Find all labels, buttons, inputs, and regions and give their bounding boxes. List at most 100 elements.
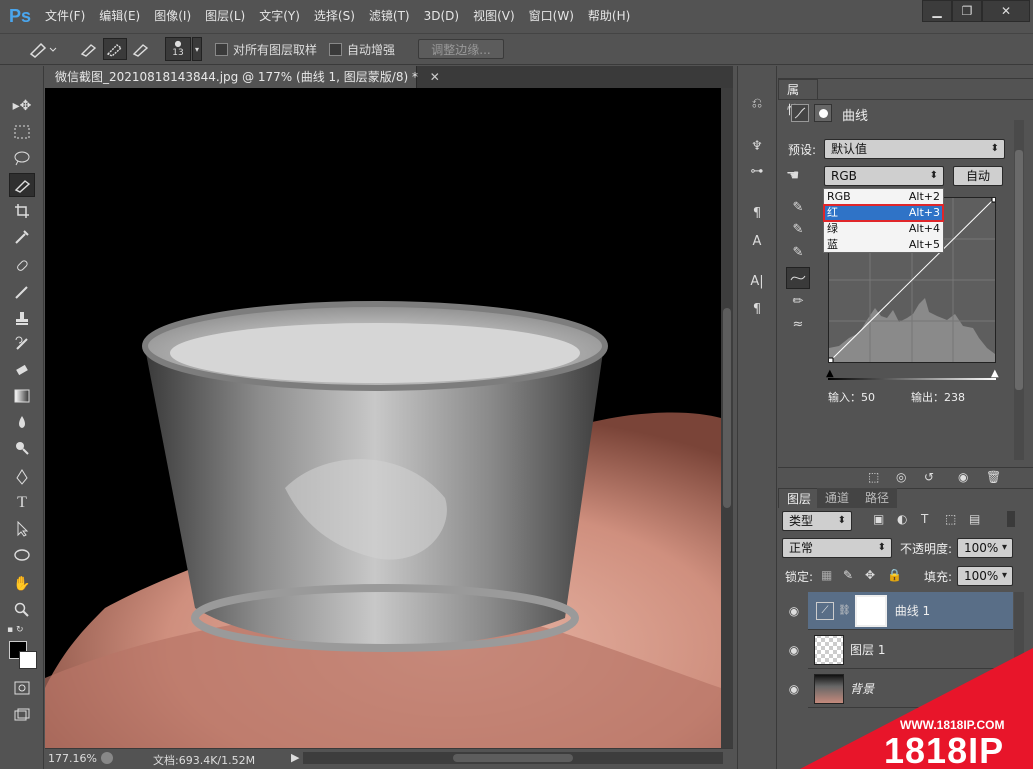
add-to-selection-icon[interactable] xyxy=(103,38,127,60)
layer-name[interactable]: 曲线 1 xyxy=(895,602,930,619)
healing-brush-tool-icon[interactable] xyxy=(9,254,35,278)
set-white-point-eyedropper-icon[interactable]: ✎ xyxy=(786,241,810,263)
menu-view[interactable]: 视图(V) xyxy=(468,0,520,33)
lock-transparent-icon[interactable]: ▦ xyxy=(821,568,832,582)
subtract-selection-icon[interactable] xyxy=(129,38,153,60)
paragraph-style-icon[interactable]: ¶ xyxy=(745,202,769,224)
lock-all-icon[interactable]: 🔒 xyxy=(887,568,902,582)
menu-select[interactable]: 选择(S) xyxy=(309,0,360,33)
filter-adjustment-icon[interactable]: ◐ xyxy=(897,512,907,526)
menu-layer[interactable]: 图层(L) xyxy=(200,0,250,33)
marquee-tool-icon[interactable] xyxy=(9,120,35,144)
auto-button[interactable]: 自动 xyxy=(953,166,1003,186)
view-previous-icon[interactable]: ◎ xyxy=(896,470,906,484)
brush-size-picker[interactable]: ● 13 xyxy=(165,37,191,61)
layer-row-curves[interactable]: ⟋ ⛓ 曲线 1 xyxy=(808,592,1013,630)
sample-all-layers-checkbox[interactable]: 对所有图层取样 xyxy=(215,38,317,60)
lasso-tool-icon[interactable] xyxy=(9,146,35,170)
delete-adjustment-icon[interactable]: 🗑 xyxy=(986,470,1001,484)
properties-scrollbar[interactable] xyxy=(1014,120,1024,460)
link-icon[interactable]: ⛓ xyxy=(838,605,851,616)
menu-filter[interactable]: 滤镜(T) xyxy=(364,0,415,33)
smooth-curve-icon[interactable]: ≈ xyxy=(786,313,810,335)
clone-stamp-tool-icon[interactable] xyxy=(9,306,35,330)
preset-select[interactable]: 默认值 ⬍ xyxy=(824,139,1005,159)
reset-icon[interactable]: ↺ xyxy=(924,470,934,484)
eraser-tool-icon[interactable] xyxy=(9,358,35,382)
background-color-swatch[interactable] xyxy=(19,651,37,669)
horizontal-scrollbar[interactable] xyxy=(303,752,723,764)
layers-tab[interactable]: 图层 xyxy=(778,488,821,508)
filter-shape-icon[interactable]: ⬚ xyxy=(945,512,956,526)
adjust-sliders-icon[interactable]: ⊶ xyxy=(745,160,769,182)
gradient-tool-icon[interactable] xyxy=(9,384,35,408)
menu-window[interactable]: 窗口(W) xyxy=(524,0,579,33)
filter-toggle[interactable] xyxy=(1007,511,1015,527)
zoom-level[interactable]: 177.16% xyxy=(48,752,97,765)
blur-tool-icon[interactable] xyxy=(9,410,35,434)
lock-image-icon[interactable]: ✎ xyxy=(843,568,853,582)
layer-mask-thumbnail[interactable] xyxy=(854,594,887,627)
channels-tab[interactable]: 通道 xyxy=(817,488,858,508)
type-tool-icon[interactable]: T xyxy=(9,491,35,515)
hand-tool-icon[interactable]: ✋ xyxy=(9,572,35,596)
document-canvas[interactable] xyxy=(45,88,721,748)
brush-size-dropdown-icon[interactable]: ▾ xyxy=(192,37,202,61)
character-panel-icon[interactable]: A| xyxy=(745,270,769,292)
ellipse-tool-icon[interactable] xyxy=(9,543,35,567)
vertical-scroll-thumb[interactable] xyxy=(723,308,731,508)
minimize-button[interactable]: ▁ xyxy=(922,0,952,22)
dodge-tool-icon[interactable] xyxy=(9,436,35,460)
new-selection-icon[interactable] xyxy=(77,38,101,60)
quick-mask-icon[interactable] xyxy=(9,676,35,700)
close-tab-icon[interactable]: ✕ xyxy=(430,70,440,84)
canvas-vertical-scrollbar[interactable] xyxy=(721,88,733,748)
draw-pencil-icon[interactable]: ✏ xyxy=(786,290,810,312)
history-brush-tool-icon[interactable] xyxy=(9,332,35,356)
lock-position-icon[interactable]: ✥ xyxy=(865,568,875,582)
layer-filter-select[interactable]: 类型 ⬍ xyxy=(782,511,852,531)
menu-help[interactable]: 帮助(H) xyxy=(583,0,635,33)
path-selection-tool-icon[interactable] xyxy=(9,517,35,541)
horizontal-scroll-thumb[interactable] xyxy=(453,754,573,762)
refine-edge-button[interactable]: 调整边缘... xyxy=(418,39,504,59)
auto-enhance-checkbox[interactable]: 自动增强 xyxy=(329,38,395,60)
zoom-tool-icon[interactable] xyxy=(9,598,35,622)
checkbox-box[interactable] xyxy=(329,42,342,56)
brush-tool-icon[interactable] xyxy=(9,280,35,304)
edit-points-curve-icon[interactable] xyxy=(786,267,810,289)
eyedropper-tool-icon[interactable] xyxy=(9,225,35,249)
properties-scroll-thumb[interactable] xyxy=(1015,150,1023,390)
character-style-icon[interactable]: A xyxy=(745,230,769,252)
channel-select[interactable]: RGB ⬍ xyxy=(824,166,944,186)
brushes-icon[interactable]: ♆ xyxy=(745,135,769,157)
fill-input[interactable]: 100% ▾ xyxy=(957,566,1013,586)
maximize-button[interactable]: ❐ xyxy=(952,0,982,22)
channel-option-blue[interactable]: 蓝 Alt+5 xyxy=(824,237,943,253)
quick-selection-tool-icon[interactable] xyxy=(9,173,35,197)
clip-to-layer-icon[interactable]: ⬚ xyxy=(868,470,879,484)
paths-tab[interactable]: 路径 xyxy=(857,488,898,508)
blend-mode-select[interactable]: 正常 ⬍ xyxy=(782,538,892,558)
quick-select-tool-icon[interactable] xyxy=(22,38,62,60)
visibility-icon[interactable]: ◉ xyxy=(958,470,968,484)
crop-tool-icon[interactable] xyxy=(9,199,35,223)
filter-smart-object-icon[interactable]: ▤ xyxy=(969,512,980,526)
move-tool-icon[interactable]: ▸✥ xyxy=(9,94,35,118)
target-adjust-hand-icon[interactable]: ☚ xyxy=(786,166,799,184)
history-icon[interactable]: ⎌ xyxy=(745,92,769,114)
pen-tool-icon[interactable] xyxy=(9,465,35,489)
layer-visibility-icon[interactable]: ◉ xyxy=(782,592,806,630)
menu-file[interactable]: 文件(F) xyxy=(40,0,90,33)
filter-type-icon[interactable]: T xyxy=(921,512,928,526)
menu-3d[interactable]: 3D(D) xyxy=(419,0,464,33)
swap-colors-icon[interactable]: ▪ ↻ xyxy=(7,625,37,635)
checkbox-box[interactable] xyxy=(215,42,228,56)
menu-edit[interactable]: 编辑(E) xyxy=(94,0,145,33)
close-button[interactable]: ✕ xyxy=(982,0,1030,22)
opacity-input[interactable]: 100% ▾ xyxy=(957,538,1013,558)
properties-tab[interactable]: 属性 xyxy=(778,79,818,117)
filter-pixel-icon[interactable]: ▣ xyxy=(873,512,884,526)
channel-option-red[interactable]: 红 Alt+3 xyxy=(823,204,944,222)
document-tab[interactable]: 微信截图_20210818143844.jpg @ 177% (曲线 1, 图层… xyxy=(45,66,440,88)
